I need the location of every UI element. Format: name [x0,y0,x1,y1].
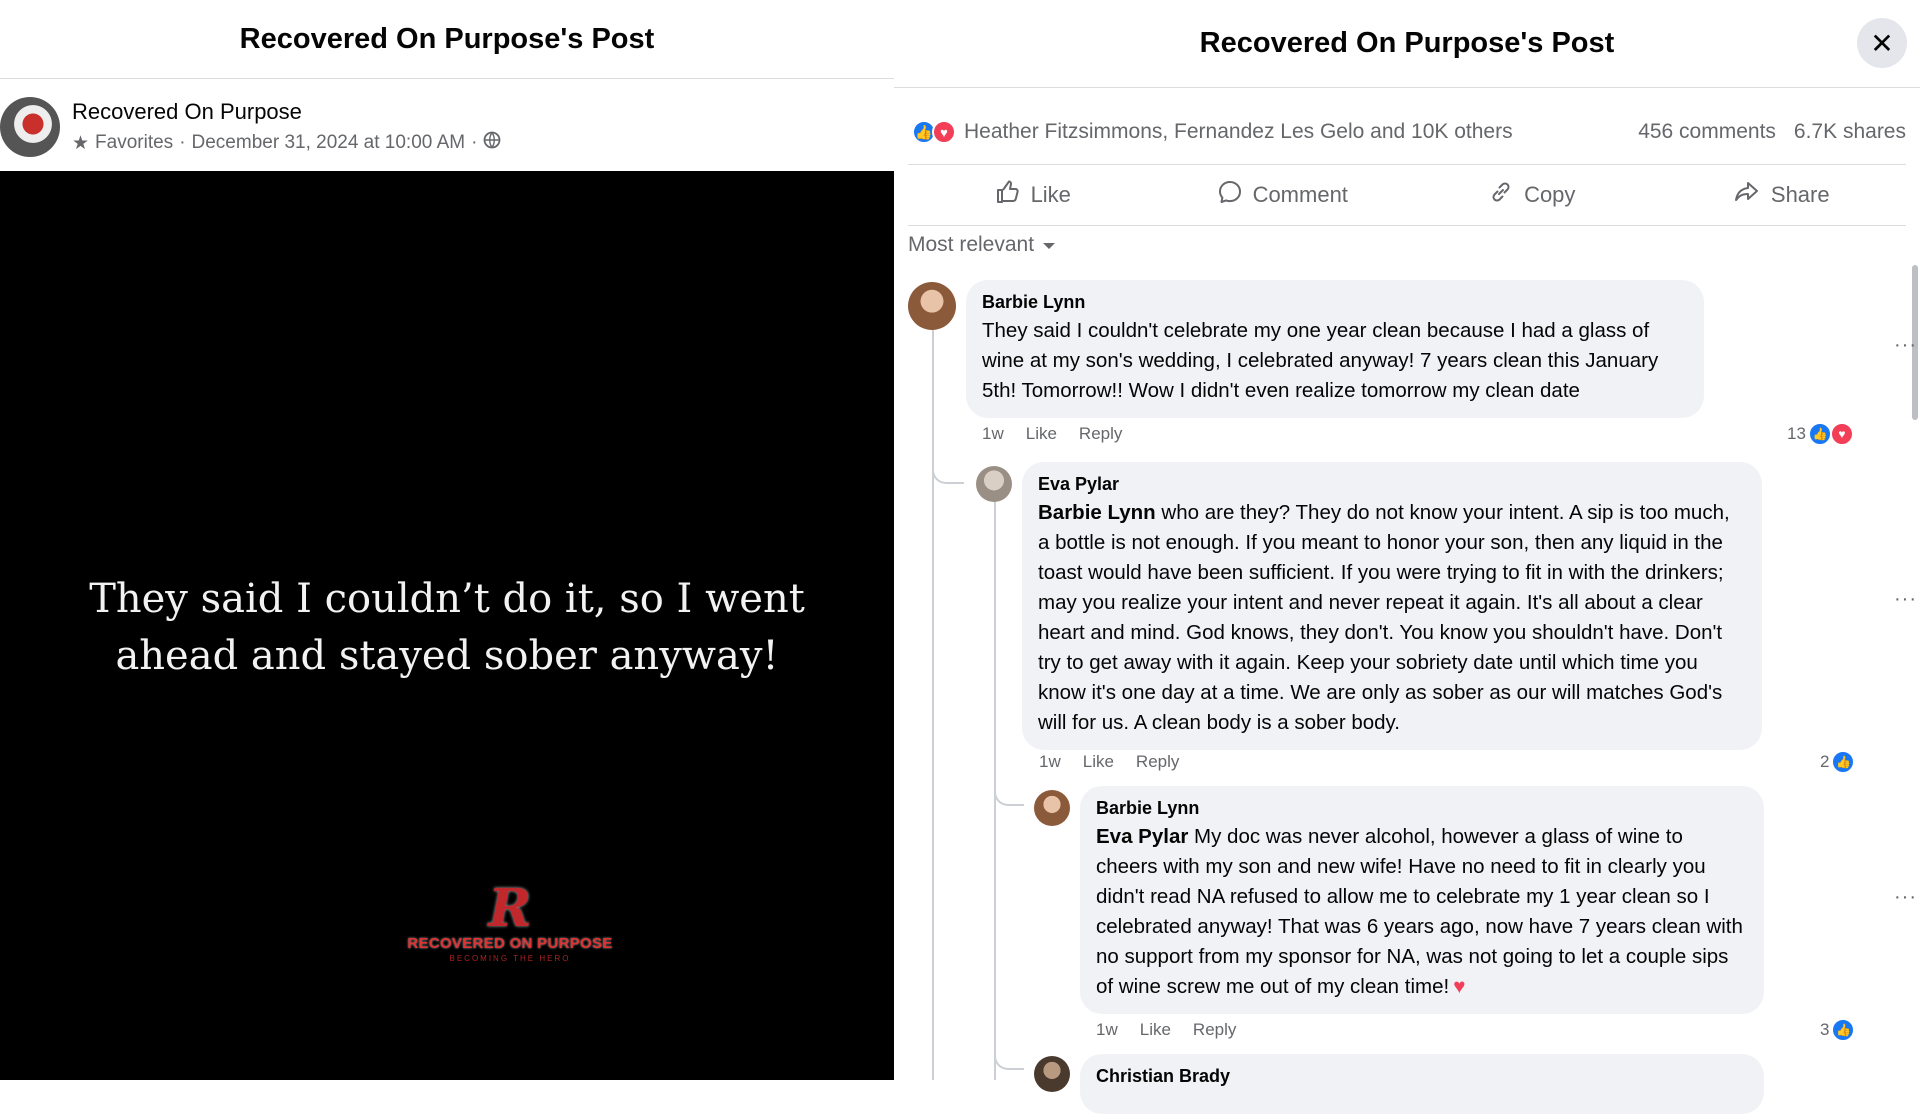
commenter-name[interactable]: Eva Pylar [1038,474,1746,495]
like-reaction-icon: 👍 [1831,750,1856,774]
star-icon: ★ [72,132,90,154]
comment-reply-button[interactable]: Reply [1136,752,1179,772]
thread-connector [932,448,964,484]
comment-body: who are they? They do not know your inte… [1038,501,1730,734]
comment-actions: 1w Like Reply [1039,752,1179,772]
link-icon [1488,179,1514,212]
favorites-label: Favorites [95,132,174,153]
post-actions: Like Comment Copy Share [908,164,1906,226]
meta-separator: · [471,132,478,153]
comment-reactions[interactable]: 13 👍 ♥ [1787,422,1854,446]
reaction-icons[interactable]: 👍 ♥ [912,120,956,144]
brand-logo: R RECOVERED ON PURPOSE BECOMING THE HERO [405,878,615,964]
heart-emoji-icon: ♥ [1453,975,1466,998]
comment-text: Barbie Lynn who are they? They do not kn… [1038,498,1746,738]
comment-reactions[interactable]: 3 👍 [1820,1018,1856,1042]
share-button[interactable]: Share [1657,165,1907,225]
commenter-name[interactable]: Barbie Lynn [1096,798,1748,819]
author-name[interactable]: Recovered On Purpose [72,99,501,125]
comment-like-button[interactable]: Like [1140,1020,1171,1040]
comment-button[interactable]: Comment [1158,165,1408,225]
mention-link[interactable]: Eva Pylar [1096,825,1188,848]
comment-more-button[interactable]: ··· [1894,334,1917,357]
comments-header: Recovered On Purpose's Post ✕ [894,0,1920,88]
post-media-panel: Recovered On Purpose's Post Recovered On… [0,0,894,1080]
comment-time[interactable]: 1w [1096,1020,1118,1040]
comment-reply-button[interactable]: Reply [1193,1020,1236,1040]
reaction-count: 2 [1820,752,1830,771]
logo-subtext: BECOMING THE HERO [449,954,571,963]
thumbs-up-icon [995,179,1021,212]
reactions-summary[interactable]: Heather Fitzsimmons, Fernandez Les Gelo … [964,120,1513,144]
reaction-count: 13 [1787,424,1806,443]
comment-more-button[interactable]: ··· [1894,588,1917,611]
love-reaction-icon: ♥ [932,120,956,144]
post-title: Recovered On Purpose's Post [239,22,655,55]
quote-line-2: ahead and stayed sober anyway! [115,633,779,679]
comment-text: They said I couldn't celebrate my one ye… [982,319,1659,402]
thread-connector [994,776,1024,806]
comment-bubble: Christian Brady [1080,1054,1764,1114]
logo-mark: R [488,878,532,939]
comment-bubble: Eva Pylar Barbie Lynn who are they? They… [1022,462,1762,750]
sort-dropdown[interactable]: Most relevant [908,233,1056,257]
sort-label: Most relevant [908,233,1035,256]
like-label: Like [1030,182,1071,207]
commenter-avatar[interactable] [908,282,956,330]
post-image[interactable]: They said I couldn’t do it, so I went ah… [0,171,894,1080]
caret-down-icon [1042,233,1056,257]
post-date[interactable]: December 31, 2024 at 10:00 AM [192,132,466,154]
comment-actions: 1w Like Reply [982,424,1122,444]
comment-more-button[interactable]: ··· [1894,886,1917,909]
post-stats: 👍 ♥ Heather Fitzsimmons, Fernandez Les G… [912,112,1906,152]
post-author-row: Recovered On Purpose ★ Favorites · Decem… [0,97,501,157]
comment-body: My doc was never alcohol, however a glas… [1096,825,1743,998]
like-reaction-icon: 👍 [1831,1018,1856,1042]
comment-bubble: Barbie Lynn Eva Pylar My doc was never a… [1080,786,1764,1014]
comment-time[interactable]: 1w [982,424,1004,444]
close-icon: ✕ [1870,27,1894,59]
comment-text: Eva Pylar My doc was never alcohol, howe… [1096,822,1748,1002]
post-header: Recovered On Purpose's Post [0,0,894,79]
reaction-count: 3 [1820,1020,1830,1039]
share-label: Share [1770,182,1830,207]
author-avatar[interactable] [0,97,60,157]
comments-title: Recovered On Purpose's Post [1199,27,1615,59]
comment-reactions[interactable]: 2 👍 [1820,750,1856,774]
commenter-name[interactable]: Barbie Lynn [982,292,1688,313]
thread-connector [994,1040,1024,1070]
commenter-avatar[interactable] [976,466,1012,502]
like-button[interactable]: Like [908,165,1158,225]
commenter-name[interactable]: Christian Brady [1096,1066,1748,1087]
comment-time[interactable]: 1w [1039,752,1061,772]
copy-button[interactable]: Copy [1407,165,1657,225]
commenter-avatar[interactable] [1034,1056,1070,1092]
comment-bubble: Barbie Lynn They said I couldn't celebra… [966,280,1704,418]
comment-like-button[interactable]: Like [1083,752,1114,772]
comment-reply-button[interactable]: Reply [1079,424,1122,444]
comments-panel: Recovered On Purpose's Post ✕ 👍 ♥ Heathe… [894,0,1920,1114]
copy-label: Copy [1524,182,1576,207]
thread-line [932,330,934,1080]
meta-separator: · [179,132,186,153]
comments-count[interactable]: 456 comments [1638,120,1776,144]
post-image-quote: They said I couldn’t do it, so I went ah… [0,571,894,685]
post-meta: ★ Favorites · December 31, 2024 at 10:00… [72,131,501,155]
comment-label: Comment [1252,182,1348,207]
comment-like-button[interactable]: Like [1026,424,1057,444]
mention-link[interactable]: Barbie Lynn [1038,501,1156,524]
share-arrow-icon [1733,179,1761,212]
comment-actions: 1w Like Reply [1096,1020,1236,1040]
close-button[interactable]: ✕ [1857,18,1907,68]
like-reaction-icon: 👍 [1807,422,1832,446]
shares-count[interactable]: 6.7K shares [1794,120,1906,144]
comment-bubble-icon [1217,179,1243,212]
commenter-avatar[interactable] [1034,790,1070,826]
globe-icon [483,131,501,155]
quote-line-1: They said I couldn’t do it, so I went [89,576,805,622]
love-reaction-icon: ♥ [1829,422,1854,446]
logo-text: RECOVERED ON PURPOSE [407,935,613,952]
